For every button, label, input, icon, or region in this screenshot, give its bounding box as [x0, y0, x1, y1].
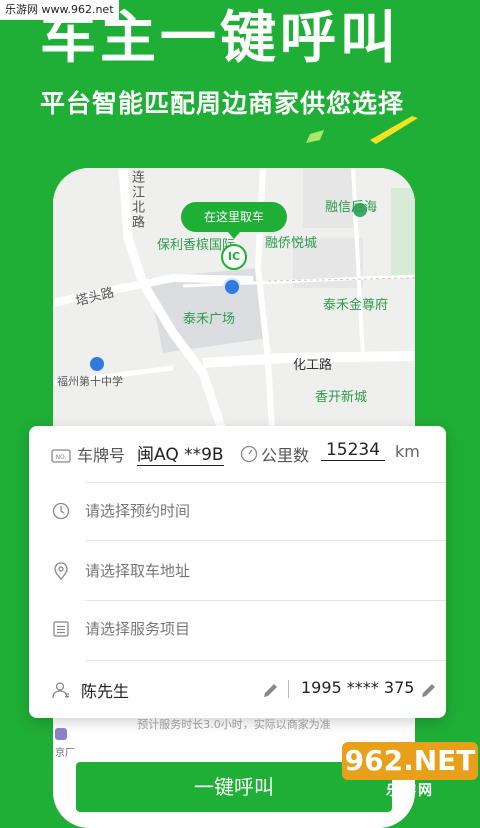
plate-input[interactable]: 闽AQ **9B — [137, 440, 224, 466]
map-label-taihe-guangchang: 泰禾广场 — [183, 312, 236, 327]
booking-card: NO. 车牌号 闽AQ **9B 公里数 15234 km 请选择预约时间 请选… — [29, 426, 446, 718]
edit-name-icon[interactable] — [261, 680, 281, 700]
decorative-stripes — [306, 116, 418, 144]
store-pin-icon[interactable]: IC — [221, 244, 247, 270]
map-label-lianjiang: 连江北路 — [129, 170, 144, 230]
map-view[interactable]: 连江北路 融信后海 保利香槟国际 融侨悦城 塔头路 泰禾广场 泰禾金尊府 福州第… — [53, 168, 415, 448]
divider — [85, 540, 446, 541]
location-pin-icon — [54, 562, 68, 580]
map-label-xiangkai: 香开新城 — [315, 390, 368, 405]
shop-icon — [55, 728, 67, 740]
row-service[interactable]: 请选择服务项目 — [29, 600, 446, 658]
km-unit: km — [395, 442, 420, 461]
map-label-taihe-jin: 泰禾金尊府 — [323, 298, 389, 313]
watermark-text: 乐游网 — [386, 783, 434, 799]
map-label-huagong: 化工路 — [293, 358, 333, 373]
km-label: 公里数 — [261, 446, 310, 465]
time-placeholder: 请选择预约时间 — [85, 502, 191, 520]
address-placeholder: 请选择取车地址 — [85, 562, 191, 580]
row-plate-km: NO. 车牌号 闽AQ **9B 公里数 15234 km — [29, 426, 446, 484]
clock-icon — [52, 502, 70, 520]
current-location-icon — [223, 278, 241, 296]
partial-label: 京厂 — [55, 748, 75, 759]
watermark-bottom-right: 962.NET 乐游网 — [342, 742, 478, 799]
service-duration-note: 预计服务时长3.0小时，实际以商家为准 — [137, 718, 331, 731]
plate-icon: NO. — [51, 449, 71, 463]
map-label-school: 福州第十中学 — [57, 375, 123, 388]
map-label-rongxin: 融信后海 — [325, 200, 378, 215]
watermark-top: 乐游网 www.962.net — [0, 0, 119, 20]
speedometer-icon — [240, 445, 258, 463]
row-time[interactable]: 请选择预约时间 — [29, 482, 446, 540]
contact-divider — [288, 680, 289, 698]
row-address[interactable]: 请选择取车地址 — [29, 542, 446, 600]
svg-text:NO.: NO. — [56, 454, 67, 461]
contact-name: 陈先生 — [81, 682, 130, 701]
plate-label: 车牌号 — [77, 446, 126, 465]
edit-phone-icon[interactable] — [419, 680, 439, 700]
row-contact: 陈先生 1995 **** 375 — [29, 660, 446, 718]
watermark-number: 962.NET — [342, 742, 478, 780]
service-placeholder: 请选择服务项目 — [85, 620, 191, 638]
map-label-rongqiao: 融侨悦城 — [265, 236, 318, 251]
km-input[interactable]: 15234 — [321, 440, 385, 461]
list-icon — [53, 621, 69, 637]
contact-phone: 1995 **** 375 — [301, 678, 415, 697]
pickup-bubble[interactable]: 在这里取车 — [181, 202, 287, 239]
person-icon — [52, 682, 69, 699]
